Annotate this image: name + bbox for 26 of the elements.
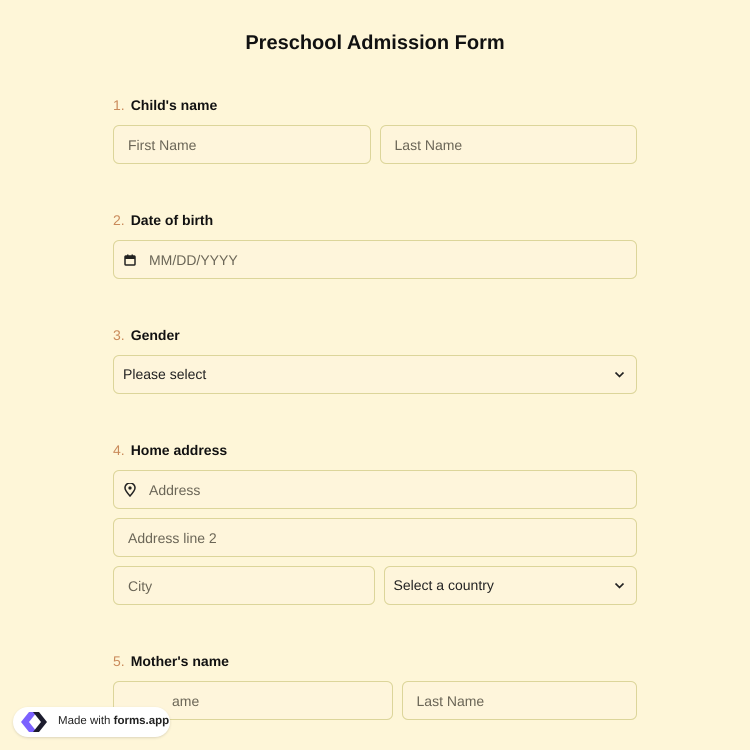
dropdown[interactable]: Select a country [384,566,637,605]
question-number: 4. [113,441,125,460]
question-number: 2. [113,211,125,230]
made-with-badge[interactable]: Made with forms.app [13,707,170,737]
question-number: 1. [113,96,125,115]
address-field[interactable]: Address [113,470,637,509]
question-label: Home address [130,441,228,460]
calendar-icon [124,254,136,266]
text-field[interactable]: First Name [113,125,370,164]
text-field[interactable]: City [113,566,374,605]
text-field[interactable]: Last Name [402,681,637,720]
question-number: 5. [113,652,125,671]
dropdown[interactable]: Please select [113,355,637,394]
chevron-down-icon [614,582,625,589]
text-field[interactable]: Last Name [380,125,637,164]
question-label: Gender [130,326,180,345]
text-field[interactable]: Address line 2 [113,518,637,557]
form-title: Preschool Admission Form [245,31,505,56]
question-label: Mother's name [130,652,229,671]
question-label: Child's name [130,96,218,115]
chevron-down-icon [614,371,625,378]
location-pin-icon [124,482,136,496]
question-label: Date of birth [130,211,214,230]
question-number: 3. [113,326,125,345]
date-field[interactable]: MM/DD/YYYY [113,240,637,279]
logo-icon [20,711,50,733]
